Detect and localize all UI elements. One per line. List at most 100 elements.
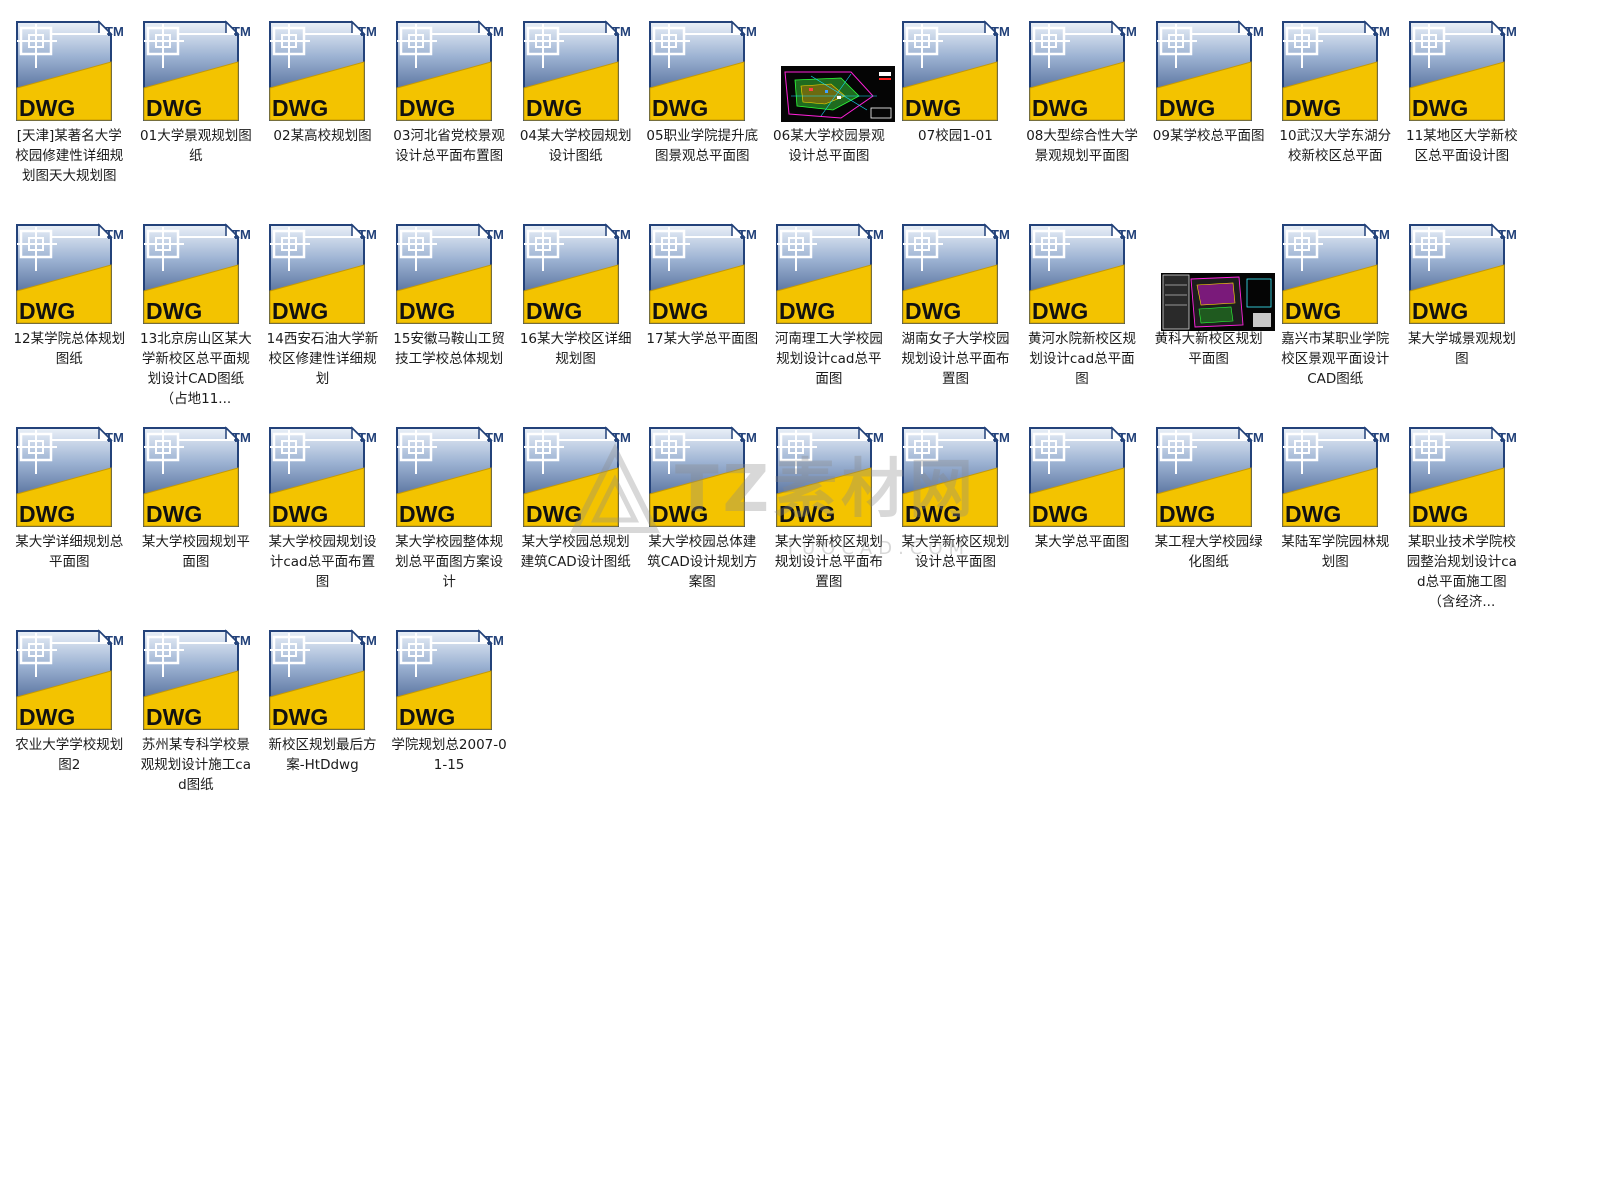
file-name-label: 黄河水院新校区规划设计cad总平面图	[1028, 331, 1137, 387]
dwg-file-icon: DWG TM	[1147, 18, 1271, 122]
dwg-badge-text: DWG	[1032, 298, 1088, 324]
dwg-file-icon: DWG TM	[1273, 221, 1397, 325]
dwg-badge-text: DWG	[1285, 298, 1341, 324]
file-item[interactable]: DWG TM 某大学校园总规划建筑CAD设计图纸	[512, 424, 639, 627]
trademark-text: TM	[1371, 227, 1390, 242]
dwg-file-icon: DWG TM	[1400, 18, 1524, 122]
file-item[interactable]: DWG TM 16某大学校区详细规划图	[512, 221, 639, 424]
dwg-badge-text: DWG	[526, 95, 582, 121]
file-name-label: 13北京房山区某大学新校区总平面规划设计CAD图纸（占地11...	[140, 331, 252, 407]
file-item[interactable]: DWG TM 12某学院总体规划图纸	[6, 221, 133, 424]
file-item[interactable]: 黄科大新校区规划平面图	[1145, 221, 1275, 424]
file-item[interactable]: DWG TM 09某学校总平面图	[1145, 18, 1272, 221]
file-item[interactable]: DWG TM 新校区规划最后方案-HtDdwg	[259, 627, 386, 830]
dwg-file-icon: DWG TM	[1400, 424, 1524, 528]
file-item[interactable]: DWG TM 14西安石油大学新校区修建性详细规划	[259, 221, 386, 424]
file-item[interactable]: 06某大学校园景观设计总平面图	[766, 18, 895, 221]
dwg-file-icon: DWG TM	[1400, 221, 1524, 325]
file-item[interactable]: DWG TM 某陆军学院园林规划图	[1272, 424, 1399, 627]
file-item[interactable]: DWG TM 05职业学院提升底图景观总平面图	[639, 18, 766, 221]
dwg-file-icon: DWG TM	[134, 221, 258, 325]
dwg-badge-text: DWG	[652, 501, 708, 527]
dwg-file-icon: DWG TM	[640, 18, 764, 122]
file-item[interactable]: DWG TM 河南理工大学校园规划设计cad总平面图	[766, 221, 893, 424]
dwg-file-icon: DWG TM	[134, 424, 258, 528]
file-item[interactable]: DWG TM 01大学景观规划图纸	[133, 18, 260, 221]
dwg-file-icon: DWG TM	[134, 627, 258, 731]
file-item[interactable]: DWG TM 02某高校规划图	[259, 18, 386, 221]
file-item[interactable]: DWG TM 13北京房山区某大学新校区总平面规划设计CAD图纸（占地11...	[133, 221, 260, 424]
dwg-file-icon: DWG TM	[640, 221, 764, 325]
file-item[interactable]: DWG TM 黄河水院新校区规划设计cad总平面图	[1019, 221, 1146, 424]
file-name-label: 农业大学学校规划图2	[15, 737, 124, 773]
cad-preview-image	[780, 66, 895, 122]
file-item[interactable]: DWG TM 04某大学校园规划设计图纸	[512, 18, 639, 221]
dwg-badge-text: DWG	[399, 501, 455, 527]
dwg-file-icon: DWG TM	[7, 18, 131, 122]
dwg-badge-text: DWG	[652, 298, 708, 324]
file-name-label: 某大学校园总体建筑CAD设计规划方案图	[647, 534, 758, 590]
file-item[interactable]: DWG TM 某大学详细规划总平面图	[6, 424, 133, 627]
dwg-badge-text: DWG	[1412, 501, 1468, 527]
dwg-badge-text: DWG	[146, 704, 202, 730]
file-item[interactable]: DWG TM 某职业技术学院校园整治规划设计cad总平面施工图（含经济...	[1399, 424, 1526, 627]
file-name-label: 12某学院总体规划图纸	[13, 331, 126, 367]
file-item[interactable]: DWG TM 17某大学总平面图	[639, 221, 766, 424]
file-name-label: 14西安石油大学新校区修建性详细规划	[266, 331, 379, 387]
trademark-text: TM	[485, 24, 504, 39]
file-item[interactable]: DWG TM 苏州某专科学校景观规划设计施工cad图纸	[133, 627, 260, 830]
dwg-badge-text: DWG	[1032, 95, 1088, 121]
file-item[interactable]: DWG TM [天津]某著名大学校园修建性详细规划图天大规划图	[6, 18, 133, 221]
trademark-text: TM	[1245, 430, 1264, 445]
trademark-text: TM	[358, 633, 377, 648]
file-name-label: 05职业学院提升底图景观总平面图	[646, 128, 759, 164]
file-name-label: 某工程大学校园绿化图纸	[1154, 534, 1263, 570]
trademark-text: TM	[358, 227, 377, 242]
dwg-file-icon: DWG TM	[7, 424, 131, 528]
file-item[interactable]: DWG TM 某大学总平面图	[1019, 424, 1146, 627]
file-item[interactable]: DWG TM 08大型综合性大学景观规划平面图	[1019, 18, 1146, 221]
dwg-badge-text: DWG	[272, 298, 328, 324]
file-name-label: 某大学详细规划总平面图	[15, 534, 124, 570]
file-name-label: 新校区规划最后方案-HtDdwg	[268, 737, 377, 773]
file-name-label: 某大学总平面图	[1034, 534, 1130, 550]
file-item[interactable]: DWG TM 某大学城景观规划图	[1399, 221, 1526, 424]
file-item[interactable]: DWG TM 某大学校园总体建筑CAD设计规划方案图	[639, 424, 766, 627]
file-item[interactable]: DWG TM 某大学校园整体规划总平面图方案设计	[386, 424, 513, 627]
file-name-label: 某大学校园总规划建筑CAD设计图纸	[520, 534, 631, 570]
file-name-label: 07校园1-01	[918, 128, 993, 144]
cad-thumbnail-icon	[1147, 221, 1275, 331]
dwg-badge-text: DWG	[146, 501, 202, 527]
dwg-badge-text: DWG	[399, 704, 455, 730]
file-item[interactable]: DWG TM 某大学校园规划设计cad总平面布置图	[259, 424, 386, 627]
file-item[interactable]: DWG TM 某工程大学校园绿化图纸	[1145, 424, 1272, 627]
file-name-label: 11某地区大学新校区总平面设计图	[1405, 128, 1518, 164]
file-name-label: 某大学校园规划设计cad总平面布置图	[268, 534, 377, 590]
file-item[interactable]: DWG TM 嘉兴市某职业学院校区景观平面设计CAD图纸	[1272, 221, 1399, 424]
trademark-text: TM	[358, 430, 377, 445]
file-item[interactable]: DWG TM 某大学新校区规划设计总平面图	[892, 424, 1019, 627]
trademark-text: TM	[612, 227, 631, 242]
file-item[interactable]: DWG TM 11某地区大学新校区总平面设计图	[1399, 18, 1526, 221]
file-item[interactable]: DWG TM 学院规划总2007-01-15	[386, 627, 513, 830]
file-item[interactable]: DWG TM 农业大学学校规划图2	[6, 627, 133, 830]
file-item[interactable]: DWG TM 某大学校园规划平面图	[133, 424, 260, 627]
dwg-badge-text: DWG	[526, 298, 582, 324]
file-item[interactable]: DWG TM 15安徽马鞍山工贸技工学校总体规划	[386, 221, 513, 424]
dwg-file-icon: DWG TM	[1273, 424, 1397, 528]
dwg-badge-text: DWG	[1412, 298, 1468, 324]
dwg-file-icon: DWG TM	[387, 221, 511, 325]
trademark-text: TM	[1118, 24, 1137, 39]
dwg-file-icon: DWG TM	[514, 221, 638, 325]
trademark-text: TM	[991, 24, 1010, 39]
trademark-text: TM	[738, 430, 757, 445]
file-item[interactable]: DWG TM 10武汉大学东湖分校新校区总平面	[1272, 18, 1399, 221]
file-name-label: 01大学景观规划图纸	[140, 128, 252, 164]
trademark-text: TM	[738, 24, 757, 39]
dwg-badge-text: DWG	[1412, 95, 1468, 121]
file-item[interactable]: DWG TM 07校园1-01	[892, 18, 1019, 221]
file-item[interactable]: DWG TM 03河北省党校景观设计总平面布置图	[386, 18, 513, 221]
dwg-badge-text: DWG	[1285, 95, 1341, 121]
file-item[interactable]: DWG TM 某大学新校区规划规划设计总平面布置图	[766, 424, 893, 627]
file-item[interactable]: DWG TM 湖南女子大学校园规划设计总平面布置图	[892, 221, 1019, 424]
